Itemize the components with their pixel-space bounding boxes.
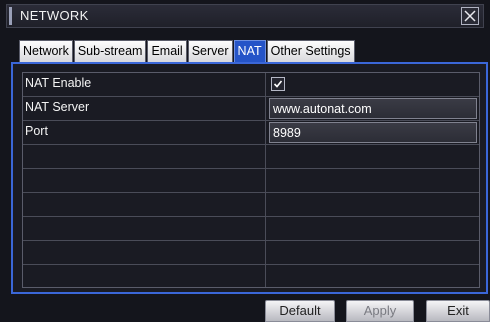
empty-row <box>23 145 479 169</box>
empty-row <box>23 265 479 289</box>
empty-row <box>23 169 479 193</box>
row-port: Port <box>23 121 479 145</box>
row-nat-server: NAT Server <box>23 97 479 121</box>
empty-row <box>23 193 479 217</box>
nat-panel: NAT Enable NAT Server Port <box>11 62 488 294</box>
title-accent <box>9 7 12 25</box>
close-button[interactable] <box>461 7 479 25</box>
title-bar: NETWORK <box>6 4 484 28</box>
tab-server[interactable]: Server <box>187 40 233 62</box>
port-input[interactable] <box>269 122 477 143</box>
exit-button[interactable]: Exit <box>426 300 490 322</box>
nat-enable-checkbox[interactable] <box>271 77 285 91</box>
close-icon <box>464 10 476 22</box>
tab-network[interactable]: Network <box>19 40 73 62</box>
nat-server-label: NAT Server <box>25 100 90 114</box>
tab-sub-stream[interactable]: Sub-stream <box>73 40 147 62</box>
row-nat-enable: NAT Enable <box>23 73 479 97</box>
window-title: NETWORK <box>20 8 89 23</box>
nat-enable-label: NAT Enable <box>25 76 92 90</box>
checkmark-icon <box>273 80 283 88</box>
default-button[interactable]: Default <box>265 300 335 322</box>
empty-row <box>23 241 479 265</box>
nat-server-input[interactable] <box>269 98 477 119</box>
tab-email[interactable]: Email <box>147 40 187 62</box>
network-dialog: NETWORK Network Sub-stream Email Server … <box>0 0 490 322</box>
empty-row <box>23 217 479 241</box>
settings-grid: NAT Enable NAT Server Port <box>22 72 480 288</box>
tab-other-settings[interactable]: Other Settings <box>266 40 355 62</box>
port-label: Port <box>25 124 48 138</box>
apply-button[interactable]: Apply <box>346 300 414 322</box>
tab-nat[interactable]: NAT <box>233 40 266 62</box>
tab-bar: Network Sub-stream Email Server NAT Othe… <box>19 40 356 62</box>
